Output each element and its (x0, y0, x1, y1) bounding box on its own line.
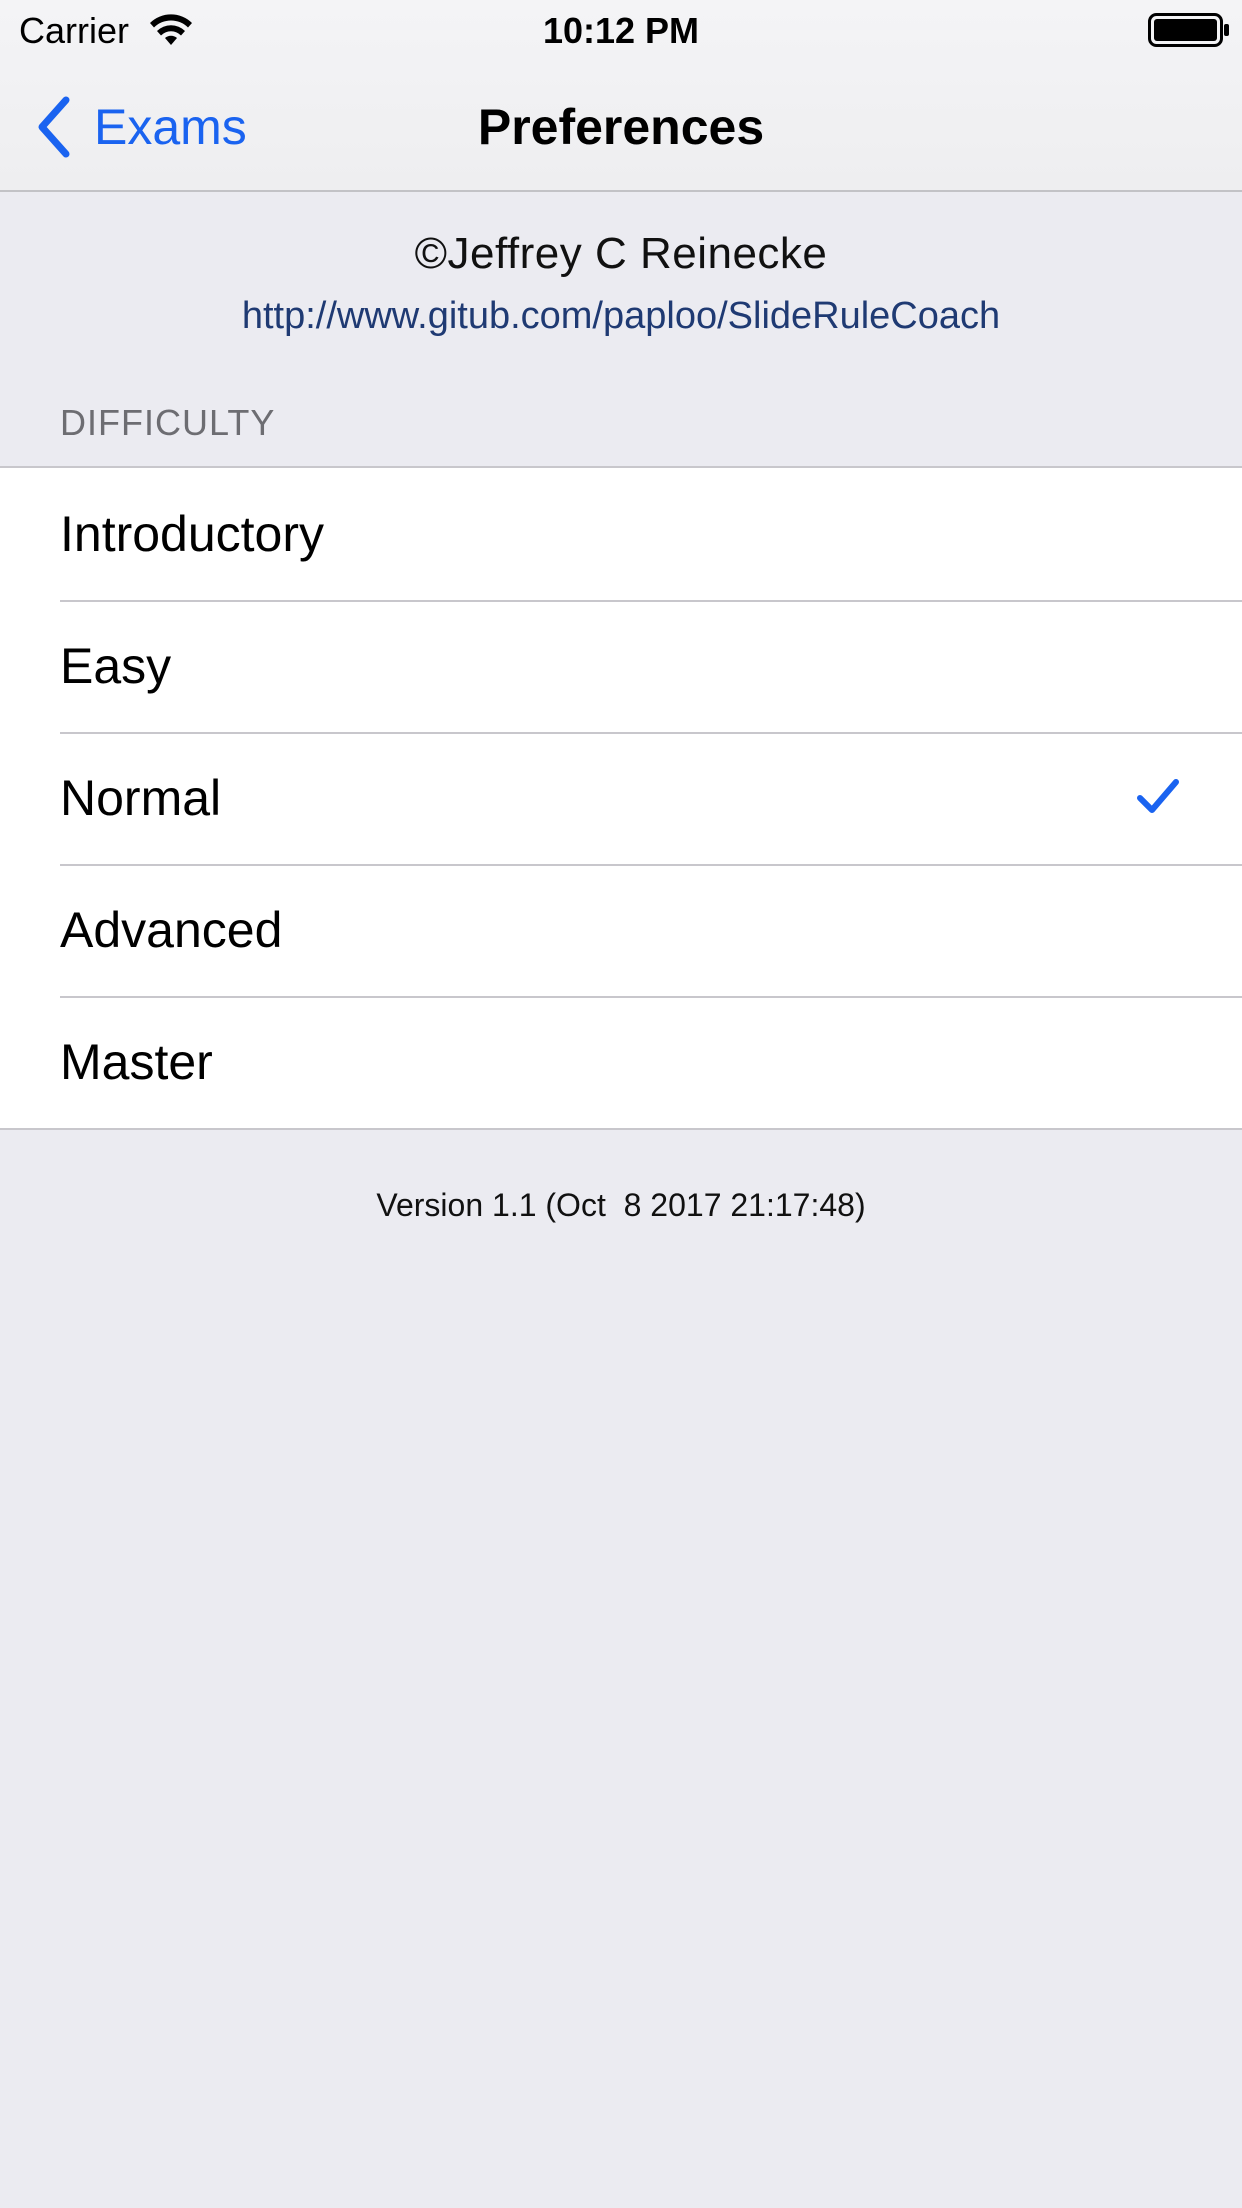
navigation-bar: Carrier 10:12 PM Exams Preferences (0, 0, 1242, 192)
difficulty-option-master[interactable]: Master (0, 996, 1242, 1128)
section-header-difficulty: DIFFICULTY (60, 402, 276, 443)
page-title: Preferences (477, 99, 765, 155)
row-separator (60, 732, 1242, 734)
difficulty-option-advanced[interactable]: Advanced (0, 864, 1242, 996)
difficulty-option-label: Advanced (60, 902, 283, 958)
difficulty-option-introductory[interactable]: Introductory (0, 468, 1242, 600)
project-link[interactable]: http://www.gitub.com/paploo/SlideRuleCoa… (0, 290, 1242, 342)
copyright-text: ©Jeffrey C Reinecke (414, 229, 828, 278)
credits: ©Jeffrey C Reinecke http://www.gitub.com… (0, 224, 1242, 342)
battery-icon (1148, 13, 1229, 47)
difficulty-option-label: Introductory (60, 506, 325, 562)
row-separator (60, 600, 1242, 602)
status-time: 10:12 PM (542, 10, 700, 51)
difficulty-option-normal[interactable]: Normal (0, 732, 1242, 864)
difficulty-list: Introductory Easy Normal Advanced Master (0, 466, 1242, 1130)
difficulty-option-label: Master (60, 1034, 213, 1090)
row-separator (60, 996, 1242, 998)
version-text: Version 1.1 (Oct 8 2017 21:17:48) (376, 1187, 866, 1223)
checkmark-icon (1137, 779, 1179, 813)
difficulty-option-label: Easy (60, 638, 172, 694)
difficulty-option-easy[interactable]: Easy (0, 600, 1242, 732)
difficulty-option-label: Normal (60, 770, 222, 826)
